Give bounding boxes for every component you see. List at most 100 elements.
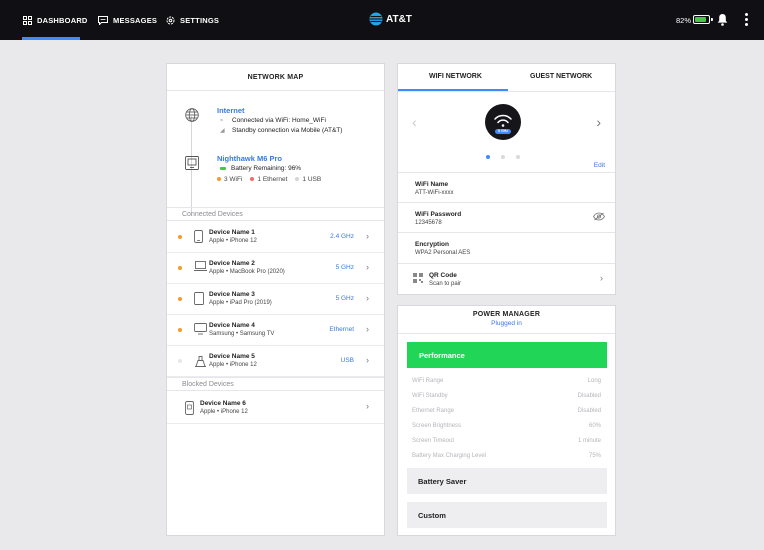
- device-model: Apple • iPhone 12: [200, 409, 248, 415]
- encryption-value: WPA2 Personal AES: [415, 250, 471, 256]
- edit-link[interactable]: Edit: [594, 162, 605, 169]
- tab-wifi-network[interactable]: WIFI NETWORK: [429, 73, 482, 80]
- wifi-name-value: ATT-WiFi-xxxx: [415, 190, 454, 196]
- setting-row: Battery Max Charging Level 75%: [412, 453, 601, 459]
- pager-dot-active[interactable]: [486, 155, 490, 159]
- hotspot-name: Nighthawk M6 Pro: [217, 154, 283, 163]
- qr-code-row[interactable]: QR Code Scan to pair ›: [398, 263, 615, 293]
- laptop-icon: [194, 261, 207, 271]
- blocked-device-row[interactable]: Device Name 6 Apple • iPhone 12 ›: [167, 392, 384, 424]
- pager-dot[interactable]: [516, 155, 520, 159]
- internet-title: Internet: [217, 106, 245, 115]
- performance-mode-button[interactable]: Performance: [407, 342, 607, 368]
- blocked-devices-header: Blocked Devices: [167, 377, 384, 391]
- carousel-pager: [486, 155, 520, 159]
- wifi-card: WIFI NETWORK GUEST NETWORK ‹ 5 GHz › Edi…: [397, 63, 616, 295]
- wifi-icon: [494, 114, 512, 127]
- device-connection: Ethernet: [329, 326, 354, 333]
- setting-row: Screen Timeout 1 minute: [412, 438, 601, 444]
- setting-row: WiFi Standby Disabled: [412, 393, 601, 399]
- active-nav-indicator: [22, 37, 80, 40]
- connected-devices-header: Connected Devices: [167, 207, 384, 221]
- port-wifi: 3 WiFi: [217, 176, 242, 183]
- device-row[interactable]: Device Name 4 Samsung • Samsung TV Ether…: [167, 315, 384, 346]
- setting-row: WiFi Range Long: [412, 378, 601, 384]
- device-row[interactable]: Device Name 5 Apple • iPhone 12 USB ›: [167, 346, 384, 377]
- globe-icon: [185, 108, 199, 122]
- next-network-arrow[interactable]: ›: [596, 114, 601, 130]
- wifi-password-value: 12345678: [415, 220, 442, 226]
- chevron-right-icon: ›: [366, 324, 369, 334]
- pager-dot[interactable]: [501, 155, 505, 159]
- blocked-phone-icon: [185, 401, 194, 415]
- chevron-right-icon: ›: [366, 231, 369, 241]
- brand-name: AT&T: [386, 13, 412, 25]
- power-status: Plugged in: [491, 320, 522, 327]
- att-globe-icon: [369, 12, 383, 26]
- wifi-name-label: WiFi Name: [415, 181, 449, 188]
- tv-icon: [194, 323, 207, 335]
- chevron-right-icon: ›: [366, 262, 369, 272]
- wifi-small-icon: ≈: [220, 117, 224, 124]
- device-row[interactable]: Device Name 3 Apple • iPad Pro (2019) 5 …: [167, 284, 384, 315]
- more-menu-icon[interactable]: [744, 13, 748, 27]
- status-dot: [178, 328, 182, 332]
- setting-row: Ethernet Range Disabled: [412, 408, 601, 414]
- qr-code-hint: Scan to pair: [429, 281, 462, 287]
- wifi-badge: 5 GHz: [485, 104, 521, 140]
- device-model: Apple • MacBook Pro (2020): [209, 269, 285, 275]
- battery-icon: [693, 15, 713, 24]
- network-map-card: NETWORK MAP Internet ≈ Connected via WiFi…: [166, 63, 385, 536]
- custom-mode-button[interactable]: Custom: [407, 502, 607, 528]
- tablet-icon: [194, 292, 204, 305]
- device-model: Apple • iPhone 12: [209, 238, 257, 244]
- hotspot-device-icon: [185, 156, 199, 170]
- chevron-right-icon: ›: [600, 273, 603, 283]
- chevron-right-icon: ›: [366, 401, 369, 411]
- brand-logo: AT&T: [369, 12, 412, 26]
- nav-settings[interactable]: SETTINGS: [166, 0, 219, 40]
- usb-phone-icon: [195, 356, 206, 367]
- port-summary: 3 WiFi 1 Ethernet 1 USB: [217, 176, 321, 183]
- phone-icon: [194, 230, 203, 243]
- message-icon: [98, 15, 108, 25]
- chevron-right-icon: ›: [366, 293, 369, 303]
- device-name: Device Name 2: [209, 260, 255, 267]
- nav-dashboard-label: DASHBOARD: [37, 15, 88, 25]
- device-name: Device Name 1: [209, 229, 255, 236]
- power-manager-card: POWER MANAGER Plugged in Performance WiF…: [397, 305, 616, 536]
- device-name: Device Name 5: [209, 353, 255, 360]
- nav-messages[interactable]: MESSAGES: [98, 0, 157, 40]
- nav-dashboard[interactable]: DASHBOARD: [23, 0, 88, 40]
- band-badge: 5 GHz: [495, 129, 511, 134]
- signal-icon: ◢: [220, 128, 225, 134]
- status-dot: [178, 266, 182, 270]
- encryption-row: Encryption WPA2 Personal AES: [398, 232, 615, 262]
- device-row[interactable]: Device Name 1 Apple • iPhone 12 2.4 GHz …: [167, 222, 384, 253]
- device-model: Apple • iPad Pro (2019): [209, 300, 272, 306]
- qr-code-icon: [413, 273, 423, 283]
- gear-icon: [166, 16, 175, 24]
- previous-network-arrow[interactable]: ‹: [412, 114, 417, 130]
- battery-saver-mode-button[interactable]: Battery Saver: [407, 468, 607, 494]
- bell-icon[interactable]: [717, 13, 728, 26]
- chevron-right-icon: ›: [366, 355, 369, 365]
- eye-hidden-icon[interactable]: [593, 212, 605, 221]
- status-dot: [178, 235, 182, 239]
- mobile-standby-status: ◢ Standby connection via Mobile (AT&T): [220, 127, 343, 134]
- wifi-name-row: WiFi Name ATT-WiFi-xxxx: [398, 172, 615, 202]
- battery-percent: 82%: [676, 16, 692, 25]
- port-usb: 1 USB: [295, 176, 321, 183]
- setting-row: Screen Brightness 60%: [412, 423, 601, 429]
- device-model: Samsung • Samsung TV: [209, 331, 275, 337]
- device-name: Device Name 6: [200, 400, 246, 407]
- wifi-password-row: WiFi Password 12345678: [398, 202, 615, 232]
- device-row[interactable]: Device Name 2 Apple • MacBook Pro (2020)…: [167, 253, 384, 284]
- power-manager-title: POWER MANAGER: [472, 311, 541, 318]
- tab-guest-network[interactable]: GUEST NETWORK: [530, 73, 592, 80]
- status-dot: [178, 359, 182, 363]
- wifi-connection-status: ≈ Connected via WiFi: Home_WiFi: [220, 117, 326, 124]
- nav-settings-label: SETTINGS: [180, 15, 220, 25]
- battery-small-icon: [220, 167, 226, 170]
- device-name: Device Name 4: [209, 322, 255, 329]
